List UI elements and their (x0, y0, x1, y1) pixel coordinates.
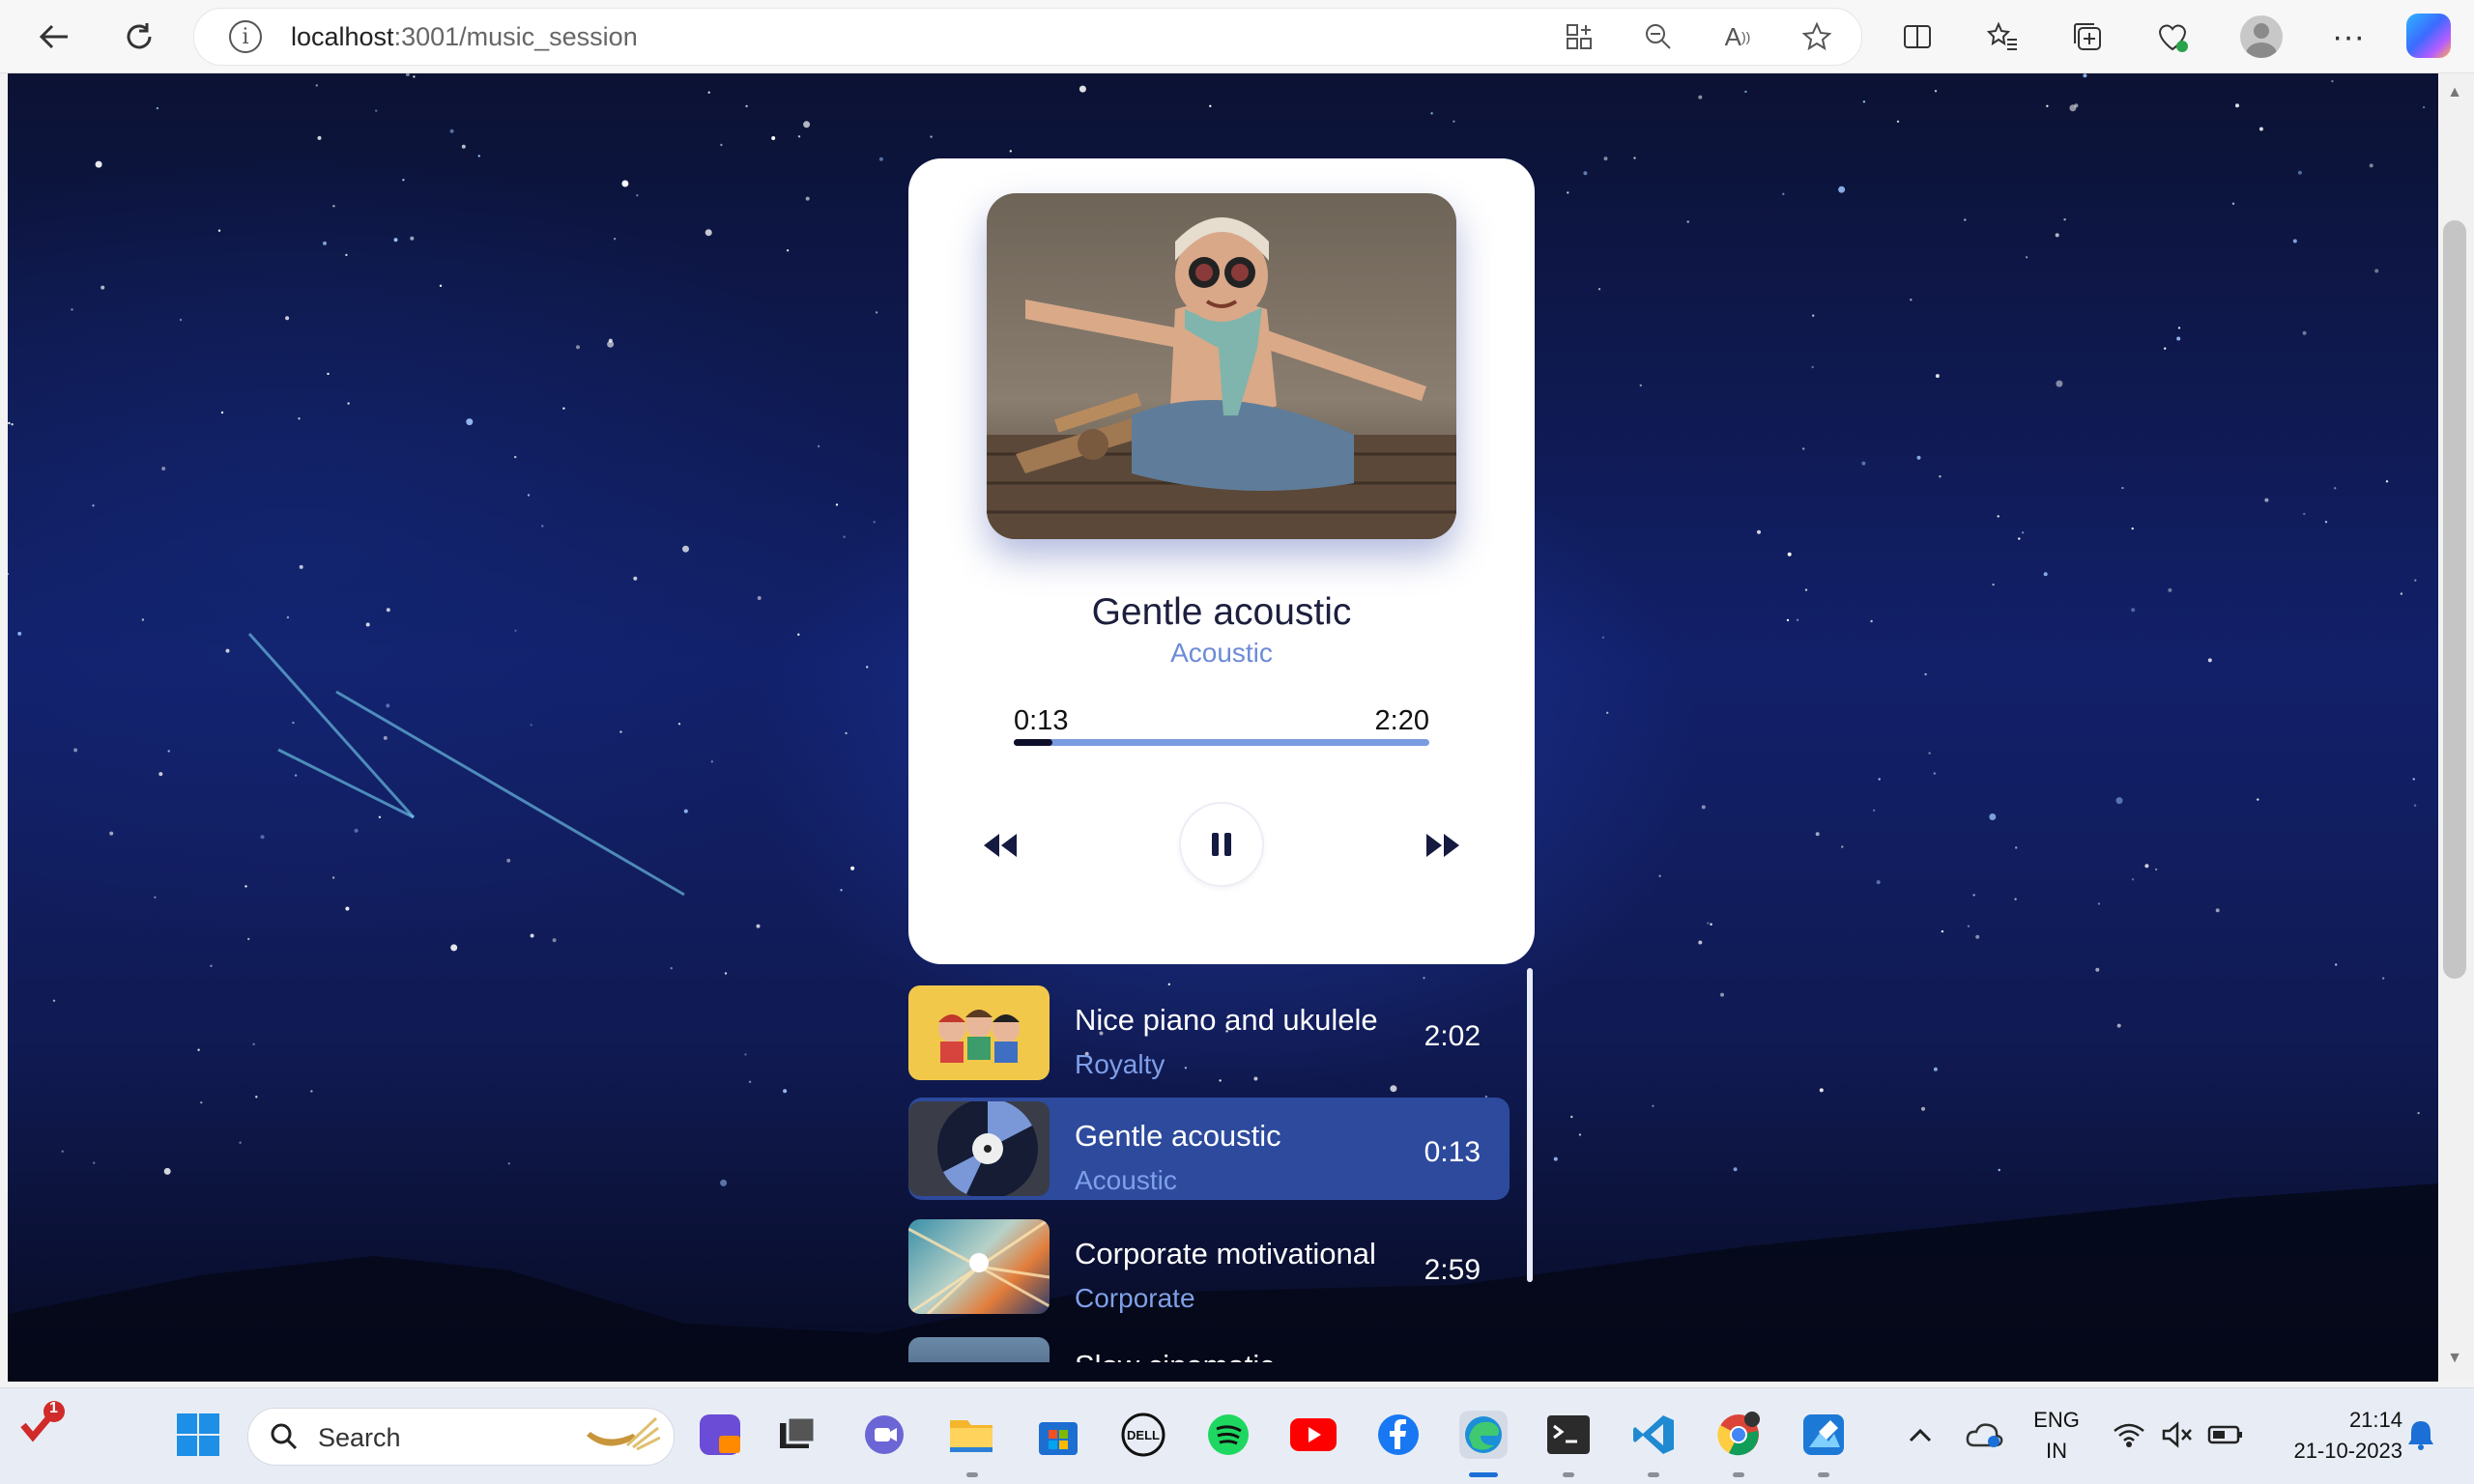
playlist-item-corporate-motivational[interactable]: Corporate motivational Corporate 2:59 (908, 1215, 1510, 1318)
windows-start-icon[interactable] (174, 1411, 222, 1459)
album-cover-image (987, 193, 1456, 539)
browser-essentials-icon[interactable] (2151, 15, 2194, 58)
playlist-item-title: Gentle acoustic (1075, 1119, 1281, 1153)
spotify-icon[interactable] (1204, 1411, 1252, 1459)
collections-icon[interactable] (2066, 15, 2109, 58)
favorite-star-icon[interactable] (1798, 18, 1835, 55)
copilot-icon[interactable] (2406, 14, 2451, 58)
address-bar[interactable]: i localhost:3001/music_session A)) (193, 8, 1862, 66)
chrome-icon[interactable] (1714, 1411, 1763, 1459)
favorites-icon[interactable] (1981, 15, 2024, 58)
playlist-thumbnail (908, 1101, 1050, 1196)
playlist-item-title: Corporate motivational (1075, 1237, 1376, 1270)
rewind-button[interactable] (976, 821, 1024, 870)
refresh-icon[interactable] (114, 12, 164, 62)
language-code: ENG (2033, 1408, 2080, 1432)
clock[interactable]: 21:14 21-10-2023 (2261, 1408, 2402, 1464)
copilot-preview-icon[interactable] (696, 1411, 744, 1459)
notification-count-badge: 1 (49, 1400, 58, 1416)
active-app-indicator (1469, 1472, 1498, 1477)
now-playing-artist: Acoustic (1170, 638, 1273, 668)
read-aloud-icon[interactable]: A)) (1719, 18, 1756, 55)
wifi-icon[interactable] (2105, 1411, 2153, 1459)
microsoft-store-icon[interactable] (1034, 1411, 1082, 1459)
apps-icon[interactable] (1561, 18, 1597, 55)
notification-app-icon[interactable]: 1 (17, 1400, 66, 1448)
playlist-scrollbar[interactable] (1527, 968, 1533, 1282)
playlist: Nice piano and ukulele Royalty 2:02 Gent… (908, 968, 1542, 1362)
playlist-item-nice-piano[interactable]: Nice piano and ukulele Royalty 2:02 (908, 982, 1510, 1084)
playlist-item-slow-cinematic[interactable]: Slow cinematic (908, 1333, 1510, 1362)
fast-forward-button[interactable] (1419, 821, 1467, 870)
photo-editor-icon[interactable] (1799, 1411, 1848, 1459)
more-options-icon[interactable]: ··· (2327, 15, 2370, 58)
running-app-indicator (1733, 1472, 1744, 1477)
running-app-indicator (966, 1472, 978, 1477)
fast-forward-icon (1426, 834, 1459, 857)
svg-text:DELL: DELL (1127, 1428, 1160, 1442)
now-playing-title: Gentle acoustic (1091, 591, 1352, 633)
playlist-item-artist: Corporate (1075, 1283, 1195, 1313)
playlist-item-artist: Royalty (1075, 1049, 1165, 1079)
language-indicator[interactable]: ENG IN (2028, 1408, 2086, 1464)
search-placeholder: Search (318, 1423, 401, 1452)
rewind-icon (984, 834, 1017, 857)
task-view-icon[interactable] (773, 1411, 821, 1459)
onedrive-sync-icon[interactable] (1960, 1411, 2008, 1459)
playlist-thumbnail (908, 985, 1050, 1080)
windows-taskbar: 1 Search DELL ENG IN 21:14 21-10-2023 (0, 1387, 2474, 1484)
teams-meet-icon[interactable] (860, 1411, 908, 1459)
zoom-out-icon[interactable] (1640, 18, 1677, 55)
playlist-item-duration: 2:02 (1424, 1020, 1481, 1052)
region-code: IN (2046, 1439, 2067, 1463)
search-icon (271, 1423, 298, 1450)
profile-avatar[interactable] (2240, 15, 2283, 58)
url-text: localhost:3001/music_session (291, 21, 638, 51)
search-highlight-icon (587, 1416, 660, 1451)
playlist-thumbnail (908, 1337, 1050, 1362)
pause-icon (1212, 833, 1231, 856)
playlist-item-title: Nice piano and ukulele (1075, 1003, 1378, 1037)
dell-icon[interactable]: DELL (1119, 1411, 1167, 1459)
facebook-icon[interactable] (1374, 1411, 1423, 1459)
chevron-up-icon[interactable] (1896, 1411, 1944, 1459)
page-scroll-thumb[interactable] (2443, 220, 2466, 979)
taskbar-search[interactable]: Search (247, 1408, 675, 1466)
browser-toolbar: i localhost:3001/music_session A)) ··· (0, 0, 2474, 73)
running-app-indicator (1818, 1472, 1829, 1477)
notification-bell-icon[interactable] (2397, 1411, 2445, 1459)
total-time: 2:20 (1374, 705, 1429, 736)
playlist-item-gentle-acoustic[interactable]: Gentle acoustic Acoustic 0:13 (908, 1098, 1510, 1200)
running-app-indicator (1563, 1472, 1574, 1477)
playlist-item-duration: 0:13 (1424, 1136, 1481, 1168)
playlist-item-artist: Acoustic (1075, 1165, 1177, 1195)
clock-date: 21-10-2023 (2293, 1439, 2402, 1463)
back-icon[interactable] (29, 12, 79, 62)
playlist-item-title: Slow cinematic (1075, 1349, 1275, 1362)
youtube-icon[interactable] (1289, 1411, 1338, 1459)
clock-time: 21:14 (2348, 1408, 2402, 1432)
progress-bar-fill (1014, 739, 1052, 746)
running-app-indicator (1648, 1472, 1659, 1477)
playlist-item-duration: 2:59 (1424, 1254, 1481, 1286)
terminal-icon[interactable] (1544, 1411, 1593, 1459)
split-screen-icon[interactable] (1896, 15, 1939, 58)
volume-muted-icon[interactable] (2153, 1411, 2201, 1459)
file-explorer-icon[interactable] (947, 1411, 995, 1459)
scroll-up-arrow[interactable]: ▲ (2445, 83, 2464, 102)
music-player-card: Gentle acoustic Acoustic 0:13 2:20 (908, 158, 1535, 964)
playlist-thumbnail (908, 1219, 1050, 1314)
pause-button[interactable] (1179, 802, 1264, 887)
current-time: 0:13 (1014, 705, 1069, 736)
vscode-icon[interactable] (1629, 1411, 1678, 1459)
edge-browser-icon[interactable] (1459, 1411, 1508, 1459)
site-info-icon[interactable]: i (229, 20, 262, 53)
scroll-down-arrow[interactable]: ▼ (2445, 1349, 2464, 1368)
battery-icon[interactable] (2201, 1411, 2250, 1459)
progress-bar[interactable] (1014, 739, 1429, 746)
